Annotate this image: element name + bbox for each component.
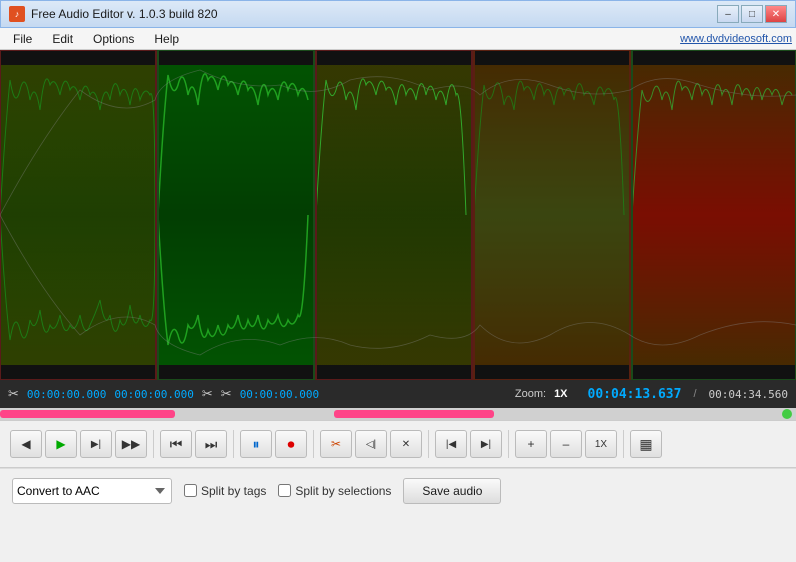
- skip-start-button[interactable]: ⏮: [160, 430, 192, 458]
- split-by-tags-text: Split by tags: [201, 484, 266, 498]
- record-button[interactable]: ⏺: [275, 430, 307, 458]
- split-by-selections-text: Split by selections: [295, 484, 391, 498]
- maximize-button[interactable]: □: [741, 5, 763, 23]
- menu-options[interactable]: Options: [84, 29, 143, 49]
- skip-end-button[interactable]: ⏭: [195, 430, 227, 458]
- split-by-tags-label[interactable]: Split by tags: [184, 484, 266, 498]
- scissors-icon-right: ✂: [221, 386, 232, 402]
- menu-help[interactable]: Help: [145, 29, 188, 49]
- separator-4: [428, 430, 429, 458]
- separator-1: [153, 430, 154, 458]
- separator-2: [233, 430, 234, 458]
- split-by-selections-label[interactable]: Split by selections: [278, 484, 391, 498]
- cut-position-time: 00:00:00.000: [240, 388, 319, 401]
- zoom-value: 1X: [554, 388, 567, 400]
- mark-in-button[interactable]: ◁|: [355, 430, 387, 458]
- play-selection-button[interactable]: ▶|: [80, 430, 112, 458]
- scrub-fill-right: [334, 410, 493, 418]
- menu-file[interactable]: File: [4, 29, 41, 49]
- volume-down-button[interactable]: –: [550, 430, 582, 458]
- save-audio-button[interactable]: Save audio: [403, 478, 501, 504]
- delete-selection-button[interactable]: ✕: [390, 430, 422, 458]
- time-divider: /: [693, 388, 696, 400]
- scrub-playhead: [782, 409, 792, 419]
- menu-edit[interactable]: Edit: [43, 29, 82, 49]
- bottom-bar: Convert to AACConvert to MP3Convert to W…: [0, 468, 796, 512]
- minimize-button[interactable]: –: [717, 5, 739, 23]
- selection-end-time: 00:00:00.000: [114, 388, 193, 401]
- format-select[interactable]: Convert to AACConvert to MP3Convert to W…: [12, 478, 172, 504]
- scrub-bar[interactable]: [0, 408, 796, 420]
- timeline-bar: ✂ 00:00:00.000 00:00:00.000 ✂ ✂ 00:00:00…: [0, 380, 796, 408]
- prev-marker-button[interactable]: |◀: [435, 430, 467, 458]
- zoom-label: Zoom:: [515, 388, 546, 400]
- scissors-icon-left: ✂: [8, 386, 19, 402]
- volume-label-button[interactable]: 1X: [585, 430, 617, 458]
- waveform-area[interactable]: [0, 50, 796, 380]
- cut-button[interactable]: ✂: [320, 430, 352, 458]
- title-bar: ♪ Free Audio Editor v. 1.0.3 build 820 –…: [0, 0, 796, 28]
- play-button[interactable]: ▶: [45, 430, 77, 458]
- separator-6: [623, 430, 624, 458]
- spectrogram-button[interactable]: ▦: [630, 430, 662, 458]
- scissors-icon-mid: ✂: [202, 386, 213, 402]
- rewind-button[interactable]: ◀: [10, 430, 42, 458]
- format-wrapper: Convert to AACConvert to MP3Convert to W…: [12, 478, 172, 504]
- website-link[interactable]: www.dvdvideosoft.com: [680, 33, 792, 45]
- separator-5: [508, 430, 509, 458]
- separator-3: [313, 430, 314, 458]
- waveform-display: [0, 50, 796, 380]
- split-by-tags-checkbox[interactable]: [184, 484, 197, 497]
- window-controls: – □ ✕: [717, 5, 787, 23]
- scrub-fill-left: [0, 410, 175, 418]
- volume-up-button[interactable]: +: [515, 430, 547, 458]
- title-text: Free Audio Editor v. 1.0.3 build 820: [31, 7, 711, 21]
- next-marker-button[interactable]: ▶|: [470, 430, 502, 458]
- app-icon: ♪: [9, 6, 25, 22]
- total-time-display: 00:04:34.560: [709, 388, 788, 401]
- selection-start-time: 00:00:00.000: [27, 388, 106, 401]
- menu-bar: File Edit Options Help www.dvdvideosoft.…: [0, 28, 796, 50]
- forward-button[interactable]: ▶▶: [115, 430, 147, 458]
- controls-bar: ◀ ▶ ▶| ▶▶ ⏮ ⏭ ⏸ ⏺ ✂ ◁| ✕ |◀ ▶| + – 1X ▦: [0, 420, 796, 468]
- current-time-display: 00:04:13.637: [588, 387, 682, 402]
- close-button[interactable]: ✕: [765, 5, 787, 23]
- split-by-selections-checkbox[interactable]: [278, 484, 291, 497]
- pause-button[interactable]: ⏸: [240, 430, 272, 458]
